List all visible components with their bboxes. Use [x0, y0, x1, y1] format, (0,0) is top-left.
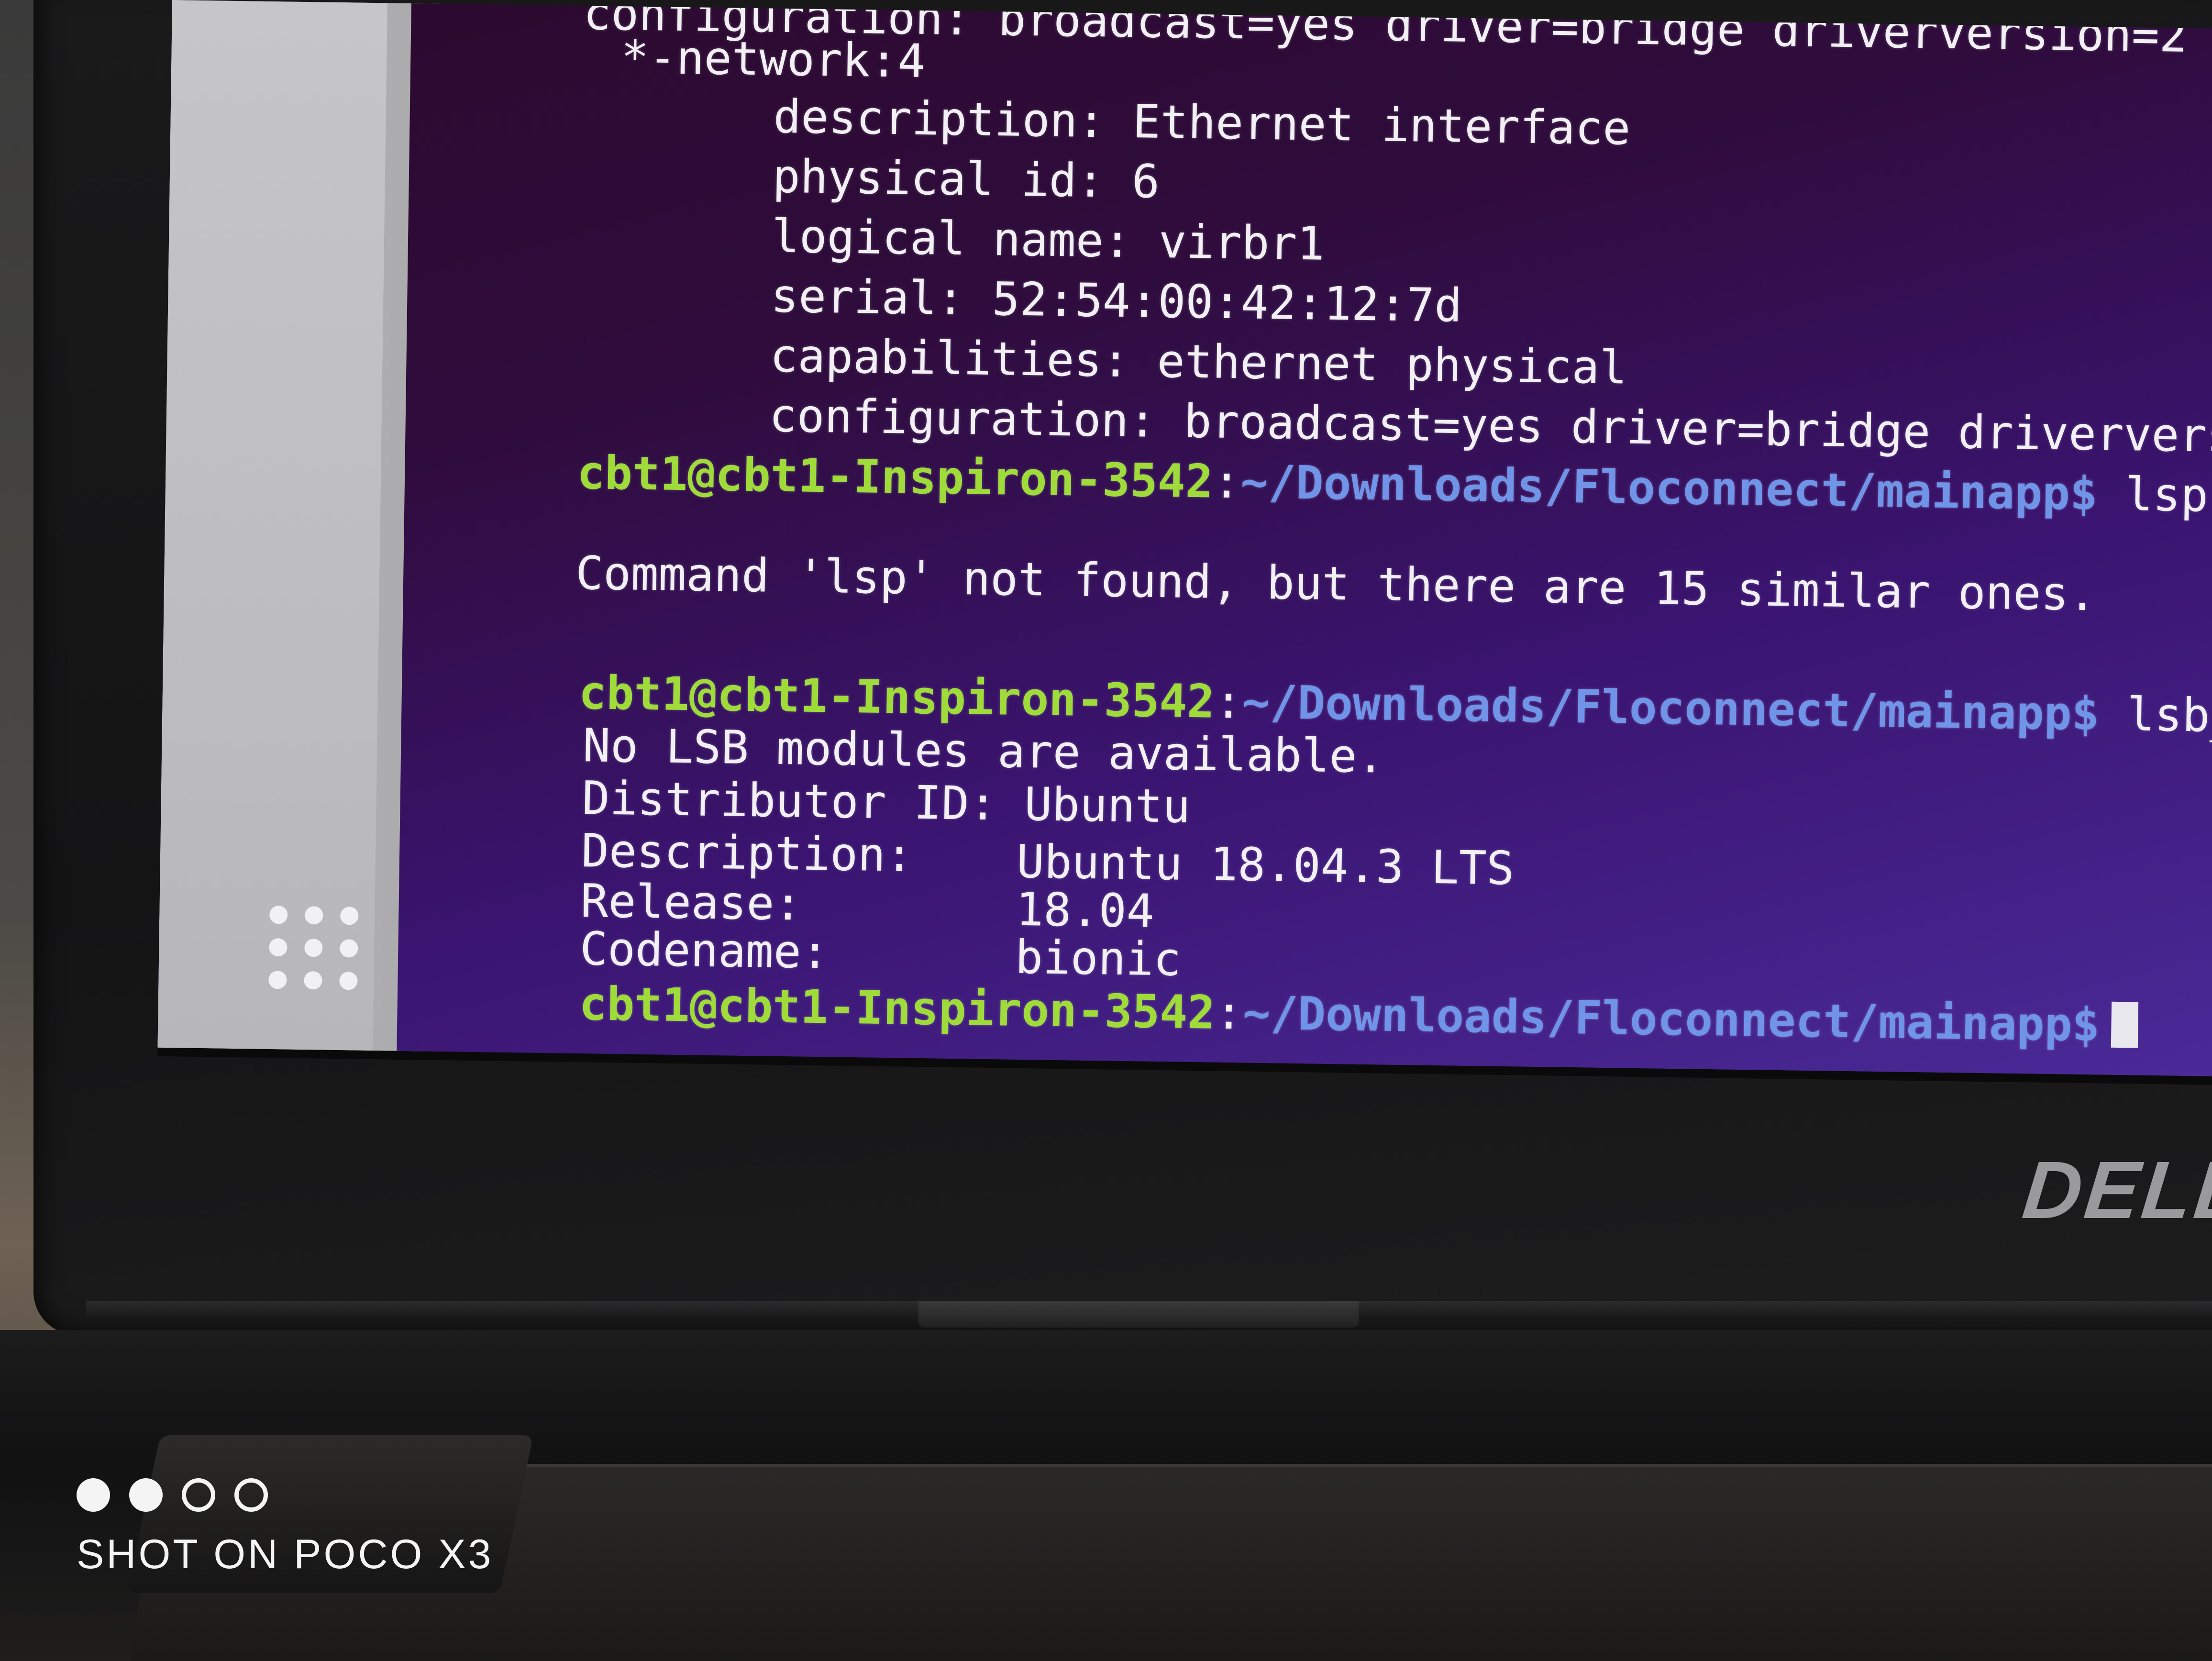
grid-dot	[339, 972, 358, 990]
command-text: lsp	[2097, 467, 2209, 522]
hinge-cover	[918, 1301, 1359, 1328]
grid-dot	[304, 971, 322, 990]
command-not-found-message: Command 'lsp' not found, but there are 1…	[575, 546, 2097, 621]
prompt-separator: :	[1212, 454, 1241, 509]
launcher-panel	[157, 0, 387, 1051]
watermark-dot-icon	[77, 1478, 110, 1512]
text-cursor	[2111, 1001, 2138, 1048]
codename-value: bionic	[1015, 930, 1182, 986]
terminal-line: physical id: 6	[772, 149, 1160, 209]
grid-dot	[269, 906, 288, 924]
unity-launcher	[157, 0, 440, 1052]
watermark-dot-icon	[182, 1478, 215, 1512]
grid-dot	[340, 907, 359, 925]
terminal-line: logical name: virbr1	[771, 209, 1325, 271]
watermark-dots	[77, 1478, 493, 1512]
prompt-path: ~/Downloads/Floconnect/mainapp$	[1242, 986, 2101, 1052]
terminal-line: description: Ethernet interface	[773, 89, 1631, 155]
watermark-dot-icon	[234, 1478, 268, 1512]
codename-label: Codename:	[579, 922, 830, 979]
grid-dot	[268, 971, 287, 989]
description-label: Description:	[581, 824, 914, 882]
terminal-line: capabilities: ethernet physical	[769, 329, 1628, 395]
grid-dot	[304, 939, 323, 957]
prompt-path: ~/Downloads/Floconnect/mainapp$	[1240, 455, 2098, 521]
prompt-separator: :	[1215, 986, 1243, 1040]
terminal-window[interactable]: configuration: broadcast=yes driver=brid…	[397, 0, 2212, 1076]
laptop-screen: configuration: broadcast=yes driver=brid…	[157, 0, 2212, 1085]
command-text: lsb_release -	[2126, 687, 2212, 746]
grid-dot	[340, 939, 358, 958]
dell-logo: DELL	[2019, 1145, 2212, 1236]
release-value: 18.04	[1015, 882, 1155, 938]
grid-dot	[269, 938, 288, 957]
prompt-user-host: cbt1@cbt1-Inspiron-3542	[579, 977, 1216, 1040]
show-applications-icon[interactable]	[268, 906, 370, 993]
grid-dot	[305, 906, 323, 925]
prompt-separator: :	[1214, 675, 1243, 729]
terminal-output: configuration: broadcast=yes driver=brid…	[389, 0, 2212, 1085]
photo-scene: configuration: broadcast=yes driver=brid…	[0, 0, 2212, 1661]
camera-watermark: SHOT ON POCO X3	[77, 1478, 493, 1578]
terminal-line: *-network:4	[620, 30, 926, 88]
watermark-text: SHOT ON POCO X3	[77, 1531, 494, 1577]
prompt-line-3[interactable]: cbt1@cbt1-Inspiron-3542:~/Downloads/Floc…	[579, 977, 2138, 1052]
prompt-user-host: cbt1@cbt1-Inspiron-3542	[576, 445, 1214, 509]
watermark-dot-icon	[129, 1478, 163, 1512]
terminal-line: serial: 52:54:00:42:12:7d	[770, 269, 1463, 332]
distributor-line: Distributor ID: Ubuntu	[582, 771, 1191, 833]
prompt-user-host: cbt1@cbt1-Inspiron-3542	[578, 666, 1215, 729]
